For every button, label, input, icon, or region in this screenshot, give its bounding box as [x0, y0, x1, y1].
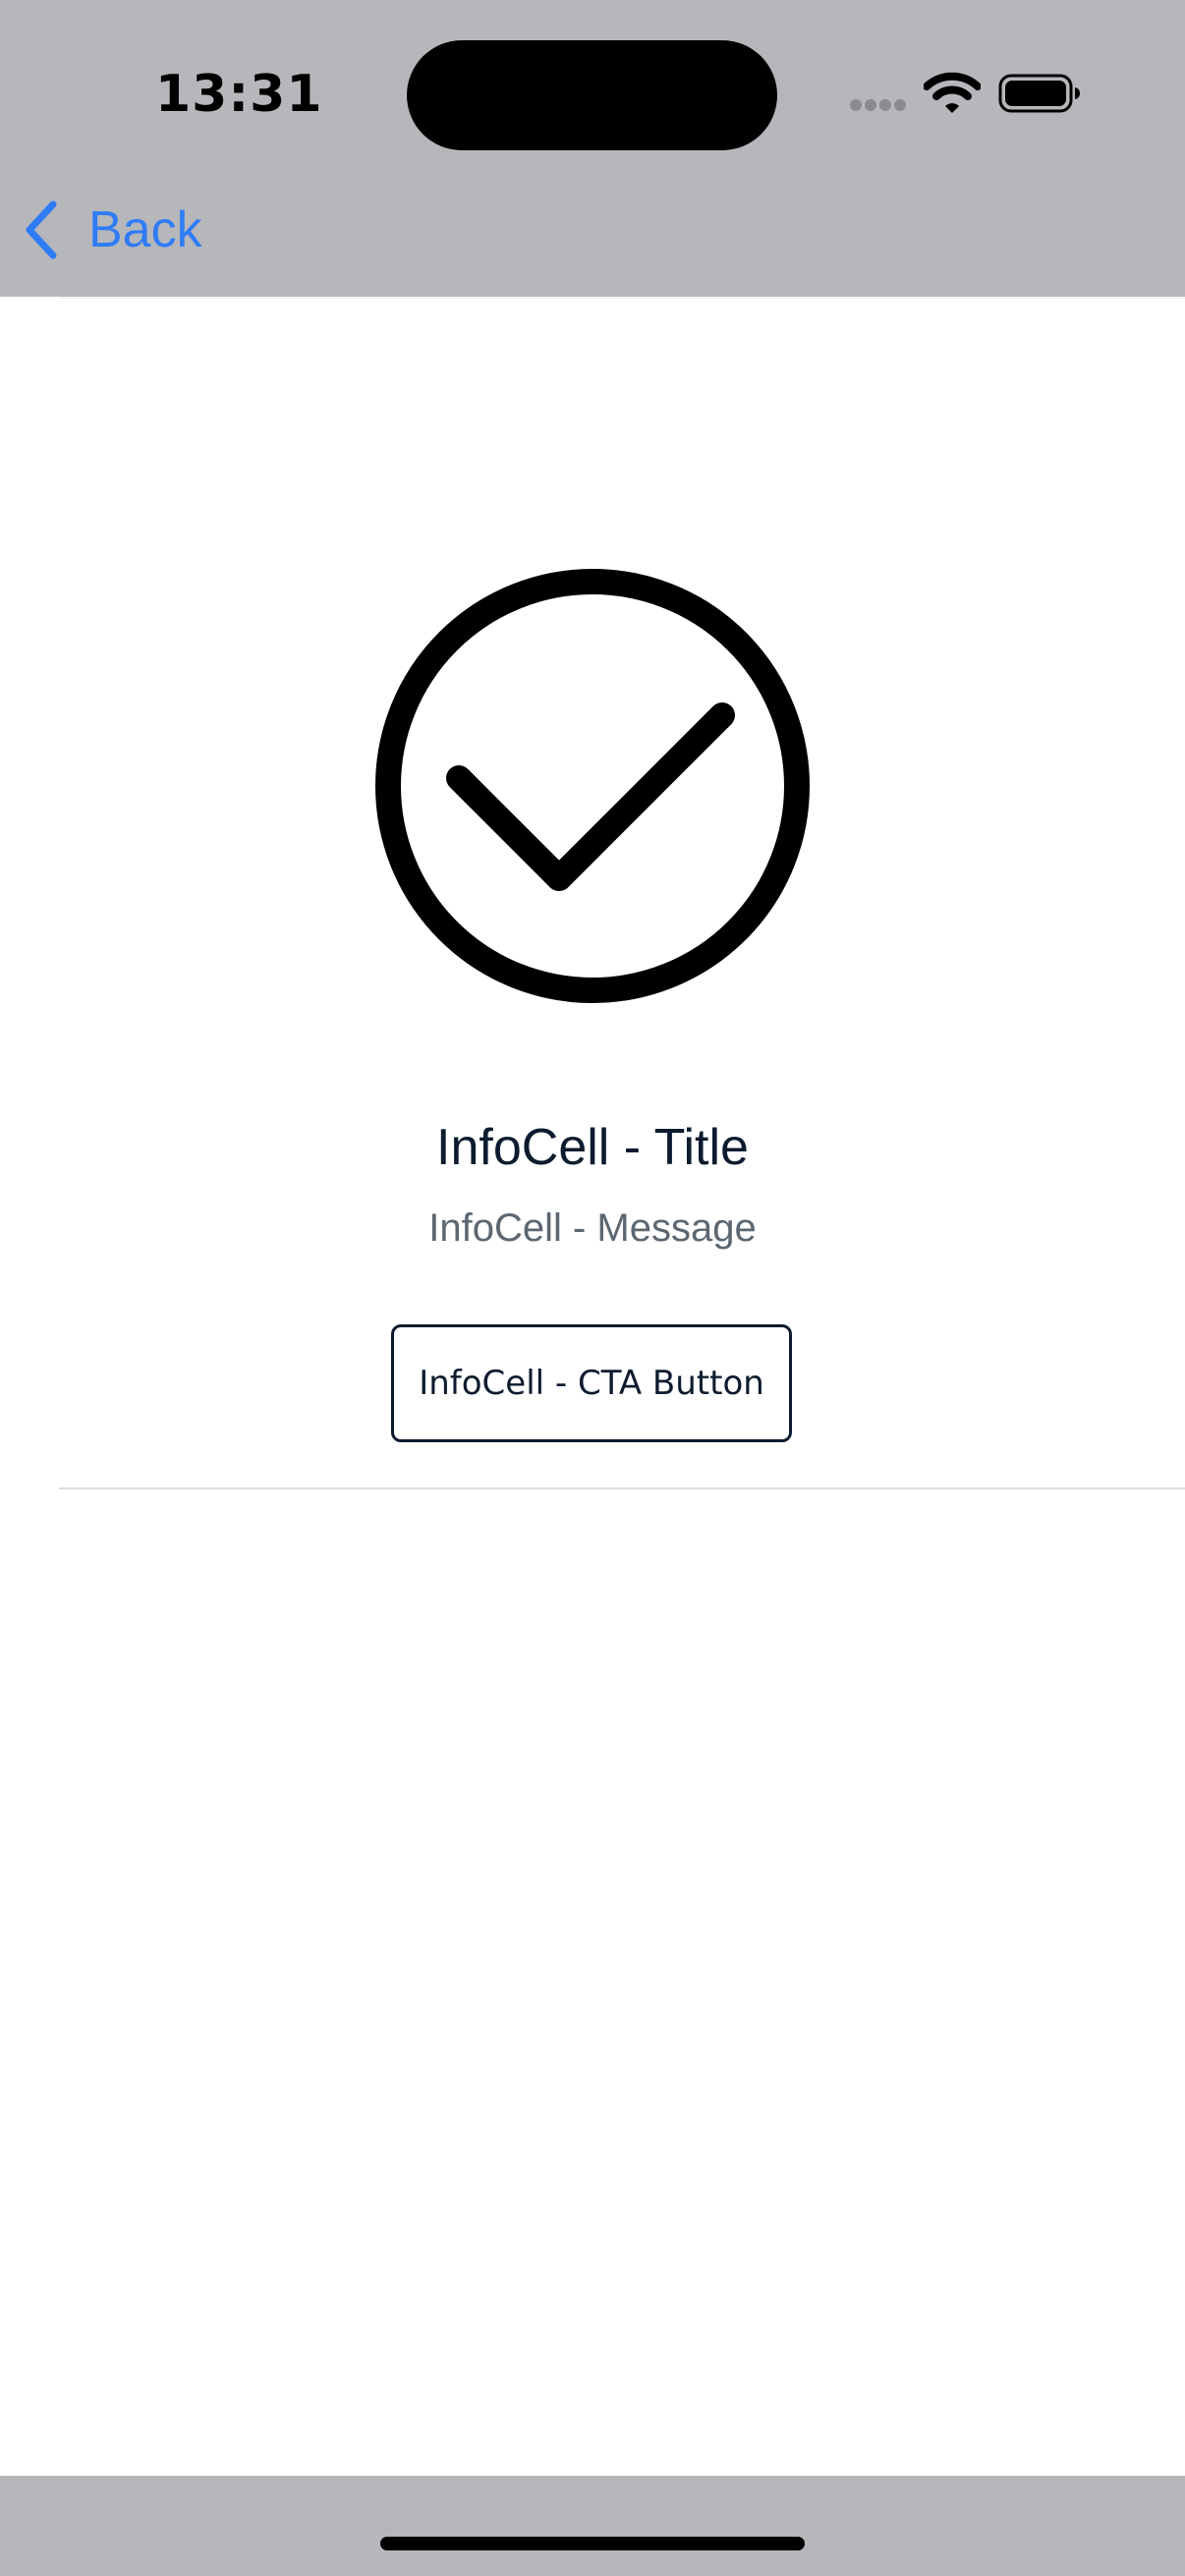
- bottom-bar-area: [0, 2476, 1185, 2576]
- dynamic-island: [407, 40, 777, 150]
- back-button[interactable]: Back: [20, 193, 202, 267]
- info-cell-message: InfoCell - Message: [428, 1206, 757, 1250]
- cellular-dots-icon: [850, 99, 906, 111]
- wifi-icon: [924, 72, 981, 113]
- battery-icon: [998, 74, 1080, 113]
- cta-button[interactable]: InfoCell - CTA Button: [391, 1324, 792, 1442]
- check-circle-icon: [375, 569, 810, 1003]
- home-indicator[interactable]: [380, 2537, 805, 2550]
- content-divider: [59, 1487, 1185, 1489]
- back-label: Back: [88, 201, 202, 258]
- content-top-divider: [59, 297, 1185, 299]
- info-cell-title: InfoCell - Title: [436, 1119, 749, 1176]
- chevron-left-icon: [26, 200, 57, 259]
- status-time: 13:31: [155, 65, 323, 124]
